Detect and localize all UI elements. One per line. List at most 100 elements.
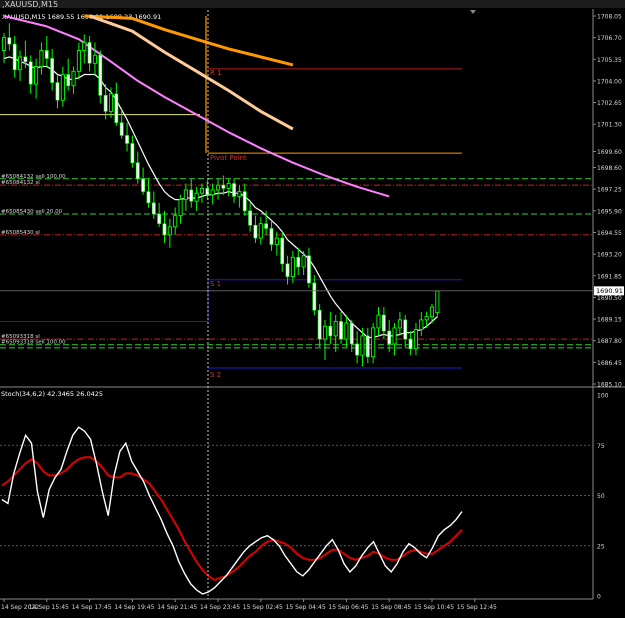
candle-body-bull: [301, 255, 306, 268]
candle-body-bear: [44, 50, 49, 59]
window-title: ,XAUUSD,M15: [2, 0, 58, 9]
candle-body-bull: [18, 56, 23, 71]
candle-body-bear: [141, 178, 146, 192]
candle-body-bull: [419, 319, 424, 330]
candle-body-bear: [408, 338, 413, 350]
candle-body-bear: [232, 183, 236, 197]
candle-body-bull: [71, 70, 76, 87]
r1-label: R 1: [210, 69, 222, 77]
candle-body-bear: [349, 322, 354, 345]
osc-tick-label: 75: [597, 443, 605, 450]
order-line-label: #65093318 sell 100.00: [1, 340, 66, 346]
price-tick-label: 1689.15: [597, 317, 622, 324]
candle-body-bull: [392, 327, 397, 345]
candle-body-bull: [397, 319, 402, 329]
candle-body-bull: [199, 187, 205, 194]
candle-body-bear: [242, 191, 247, 212]
price-tick-label: 1685.10: [597, 382, 622, 389]
candle-body-bear: [317, 309, 322, 340]
candle-body-bull: [215, 184, 221, 191]
candle-body-bear: [269, 228, 274, 245]
s1-label: S 1: [210, 280, 221, 288]
candle-body-bull: [1, 37, 7, 51]
candle-body-bear: [7, 37, 12, 45]
candle-body-bear: [28, 61, 33, 85]
price-tick-label: 1691.85: [597, 273, 622, 280]
price-tick-label: 1687.80: [597, 338, 622, 345]
price-tick-label: 1695.90: [597, 208, 622, 215]
candle-body-bear: [221, 184, 226, 189]
candle-body-bear: [119, 122, 124, 136]
candle-body-bull: [178, 199, 183, 217]
candle-body-bear: [339, 321, 343, 340]
candle-body-bull: [34, 66, 39, 85]
current-price-label: 1690.91: [596, 287, 623, 295]
candle-body-bear: [114, 93, 119, 123]
candle-body-bull: [371, 327, 376, 358]
candle-body-bear: [253, 224, 258, 239]
candle-body-bear: [125, 135, 129, 144]
candle-body-bull: [322, 325, 328, 340]
price-tick-label: 1708.05: [597, 14, 622, 21]
price-tick-label: 1690.50: [597, 295, 622, 302]
candle: [371, 323, 376, 364]
candle-body-bull: [39, 50, 44, 67]
candle-body-bear: [264, 223, 269, 229]
candle-body-bull: [173, 215, 178, 228]
osc-tick-label: 50: [597, 493, 605, 500]
candle-body-bear: [280, 237, 285, 265]
price-tick-label: 1697.25: [597, 187, 622, 194]
time-tick-label: 15 Sep 06:45: [328, 604, 368, 611]
time-tick-label: 14 Sep 15:45: [29, 604, 69, 611]
candle-body-bear: [307, 255, 311, 284]
candle-body-bear: [157, 213, 162, 224]
candle-body-bull: [76, 50, 81, 72]
candle-body-bull: [237, 191, 242, 197]
candle-body-bear: [66, 74, 71, 87]
price-tick-label: 1706.70: [597, 35, 622, 42]
time-tick-label: 15 Sep 04:45: [286, 604, 326, 611]
candle-body-bull: [424, 316, 429, 321]
time-tick-label: 14 Sep 23:45: [200, 604, 240, 611]
candle-body-bull: [429, 306, 435, 318]
candle-body-bear: [248, 210, 253, 226]
osc-tick-label: 25: [597, 543, 605, 550]
price-tick-label: 1694.55: [597, 230, 622, 237]
pivot-label: Pivot Point: [210, 154, 247, 162]
candle-body-bull: [435, 290, 440, 314]
candle-body-bull: [413, 329, 419, 350]
candle-body-bear: [135, 162, 140, 180]
candle-body-bear: [146, 191, 151, 204]
candle-body-bear: [98, 54, 103, 96]
candle-body-bear: [403, 319, 408, 340]
price-tick-label: 1705.35: [597, 57, 622, 64]
candle-body-bear: [355, 343, 360, 356]
candle-body-bull: [92, 54, 97, 64]
candle-body-bear: [285, 263, 290, 277]
candle-body-bull: [167, 226, 172, 236]
candle-body-bull: [194, 192, 199, 202]
candle-body-bull: [258, 223, 263, 239]
candle-body-bull: [183, 189, 188, 201]
price-tick-label: 1704.00: [597, 78, 622, 85]
time-tick-label: 14 Sep 17:45: [72, 604, 112, 611]
candle-body-bull: [274, 237, 279, 245]
candle: [98, 50, 103, 104]
candle-body-bear: [381, 314, 386, 332]
chart-canvas[interactable]: ,XAUUSD,M15 XAUUSD,M15 1689.55 1690.91 1…: [0, 0, 625, 614]
candle-body-bull: [290, 256, 295, 278]
osc-tick-label: 100: [597, 393, 609, 400]
price-tick-label: 1702.65: [597, 100, 622, 107]
candle-body-bear: [103, 95, 108, 112]
candle-body-bear: [87, 42, 92, 64]
candle-body-bear: [365, 335, 370, 358]
candle-body-bear: [296, 257, 301, 268]
order-line-label: #65084132 sl: [1, 180, 40, 186]
time-tick-label: 14 Sep 19:45: [114, 604, 154, 611]
candle-body-bull: [344, 322, 349, 340]
title-bar: [0, 0, 625, 8]
price-tick-label: 1693.20: [597, 252, 622, 259]
candle-body-bear: [151, 202, 156, 215]
order-line-label: #65085430 sell 20.00: [1, 209, 63, 215]
candle-body-bear: [130, 143, 135, 164]
